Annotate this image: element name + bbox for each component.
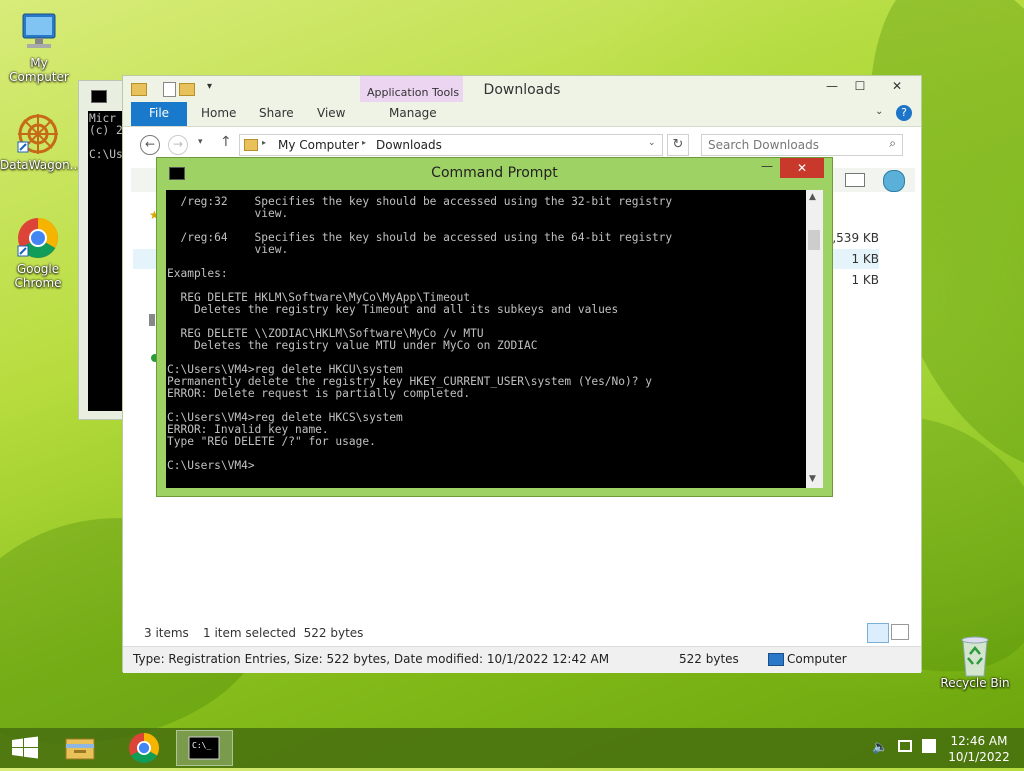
scroll-down-icon[interactable]: ▼: [809, 474, 816, 484]
explorer-titlebar[interactable]: ▾ Application Tools Downloads — ☐ ✕: [123, 76, 921, 126]
forward-icon[interactable]: →: [168, 135, 188, 155]
file-explorer-icon: [65, 738, 95, 760]
desktop-icon-label: Google Chrome: [14, 262, 62, 290]
minimize-button[interactable]: —: [753, 156, 781, 176]
start-icon: [12, 736, 38, 759]
desktop-icon-label: Recycle Bin: [940, 676, 1010, 690]
recent-locations-icon[interactable]: ▾: [198, 137, 203, 147]
preview-pane-icon[interactable]: [845, 173, 865, 187]
console-line: Type "REG DELETE /?" for usage.: [167, 435, 376, 448]
tab-home[interactable]: Home: [201, 106, 236, 120]
tab-view[interactable]: View: [317, 106, 345, 120]
search-input[interactable]: Search Downloads ⌕: [701, 134, 903, 156]
details-text: Type: Registration Entries, Size: 522 by…: [133, 652, 610, 666]
svg-text:C:\_: C:\_: [192, 741, 211, 750]
console-screen[interactable]: /reg:32 Specifies the key should be acce…: [166, 190, 806, 488]
clock-date: 10/1/2022: [948, 750, 1010, 764]
taskbar-file-explorer[interactable]: [54, 730, 106, 766]
ribbon-tabs: File Home Share View Manage ⌄ ?: [123, 102, 921, 127]
console-line: Examples:: [167, 267, 228, 280]
close-button[interactable]: ✕: [780, 158, 824, 178]
taskbar: C:\_ 🔈 12:46 AM 10/1/2022: [0, 728, 1024, 768]
desktop-icon-my-computer[interactable]: My Computer: [1, 10, 77, 84]
console-line: Deletes the registry value MTU under MyC…: [167, 339, 538, 352]
globe-icon[interactable]: [883, 170, 905, 192]
clock-time: 12:46 AM: [950, 734, 1008, 748]
vertical-scrollbar[interactable]: ▲ ▼: [806, 190, 823, 488]
desktop-icon-google-chrome[interactable]: Google Chrome: [0, 216, 76, 290]
console-icon: [91, 90, 107, 103]
nav-item-icon[interactable]: [149, 314, 155, 326]
scroll-thumb[interactable]: [808, 230, 820, 250]
console-line: view.: [167, 207, 289, 220]
details-size: 522 bytes: [679, 652, 739, 666]
start-button[interactable]: [0, 730, 52, 766]
action-center-icon[interactable]: [922, 739, 936, 753]
maximize-button[interactable]: ☐: [846, 76, 874, 96]
window-title: Command Prompt: [431, 165, 558, 181]
file-size: 1 KB: [851, 252, 879, 266]
minimize-button[interactable]: —: [818, 76, 846, 96]
scroll-up-icon[interactable]: ▲: [809, 192, 816, 202]
search-placeholder: Search Downloads: [708, 138, 819, 152]
taskbar-command-prompt[interactable]: C:\_: [176, 730, 233, 766]
item-count: 3 items: [144, 626, 189, 640]
speaker-muted-icon[interactable]: 🔈: [872, 740, 888, 755]
up-icon[interactable]: ↑: [220, 134, 232, 150]
datawagon-icon: [16, 112, 60, 156]
console-line: ERROR: Delete request is partially compl…: [167, 387, 471, 400]
breadcrumb-downloads[interactable]: Downloads: [376, 138, 442, 152]
details-bar: Type: Registration Entries, Size: 522 by…: [123, 646, 921, 673]
tab-share[interactable]: Share: [259, 106, 294, 120]
command-prompt-window[interactable]: Command Prompt — ☐ ✕ /reg:32 Specifies t…: [156, 157, 833, 497]
desktop-icon-datawagon[interactable]: DataWagon...: [0, 112, 82, 172]
recycle-bin-icon: [953, 630, 997, 677]
help-icon[interactable]: ?: [896, 105, 912, 121]
details-view-button[interactable]: [867, 623, 889, 643]
desktop-icon-label: My Computer: [9, 56, 69, 84]
tab-file[interactable]: File: [131, 102, 187, 126]
console-line: C:\Us: [89, 148, 123, 161]
console-line: Deletes the registry key Timeout and all…: [167, 303, 619, 316]
computer-icon: [17, 10, 61, 54]
search-icon: ⌕: [889, 136, 896, 150]
breadcrumb-my-computer[interactable]: My Computer: [278, 138, 359, 152]
console-output: /reg:32 Specifies the key should be acce…: [166, 190, 806, 472]
details-location: Computer: [787, 652, 847, 666]
selection-info: 1 item selected 522 bytes: [203, 626, 364, 640]
back-icon[interactable]: ←: [140, 135, 160, 155]
address-dropdown-icon[interactable]: ⌄: [648, 138, 656, 148]
close-button[interactable]: ✕: [874, 76, 920, 96]
desktop-icon-recycle-bin[interactable]: Recycle Bin: [937, 630, 1013, 690]
console-line: (c) 2: [89, 124, 123, 137]
tab-manage[interactable]: Manage: [389, 106, 437, 120]
computer-icon: [768, 653, 784, 666]
chrome-icon: [16, 216, 60, 260]
taskbar-chrome[interactable]: [118, 730, 170, 766]
breadcrumb-separator-icon: ▸: [362, 138, 367, 147]
file-size: 1 KB: [851, 273, 879, 287]
folder-icon: [244, 139, 258, 151]
address-bar[interactable]: ▸ My Computer ▸ Downloads ⌄: [239, 134, 663, 156]
window-title: Downloads: [483, 82, 561, 98]
expand-ribbon-icon[interactable]: ⌄: [875, 106, 883, 117]
desktop-icon-label: DataWagon...: [0, 158, 82, 172]
large-icons-view-button[interactable]: [891, 624, 909, 640]
console-line: view.: [167, 243, 289, 256]
network-icon[interactable]: [898, 740, 912, 752]
refresh-icon[interactable]: ↻: [667, 134, 689, 156]
status-bar: 3 items 1 item selected 522 bytes: [123, 621, 921, 645]
console-line: C:\Users\VM4>: [167, 459, 255, 472]
breadcrumb-separator-icon: ▸: [262, 138, 267, 147]
clock[interactable]: 12:46 AM 10/1/2022: [944, 733, 1014, 765]
chrome-icon: [129, 733, 160, 764]
command-prompt-icon: C:\_: [188, 736, 220, 760]
